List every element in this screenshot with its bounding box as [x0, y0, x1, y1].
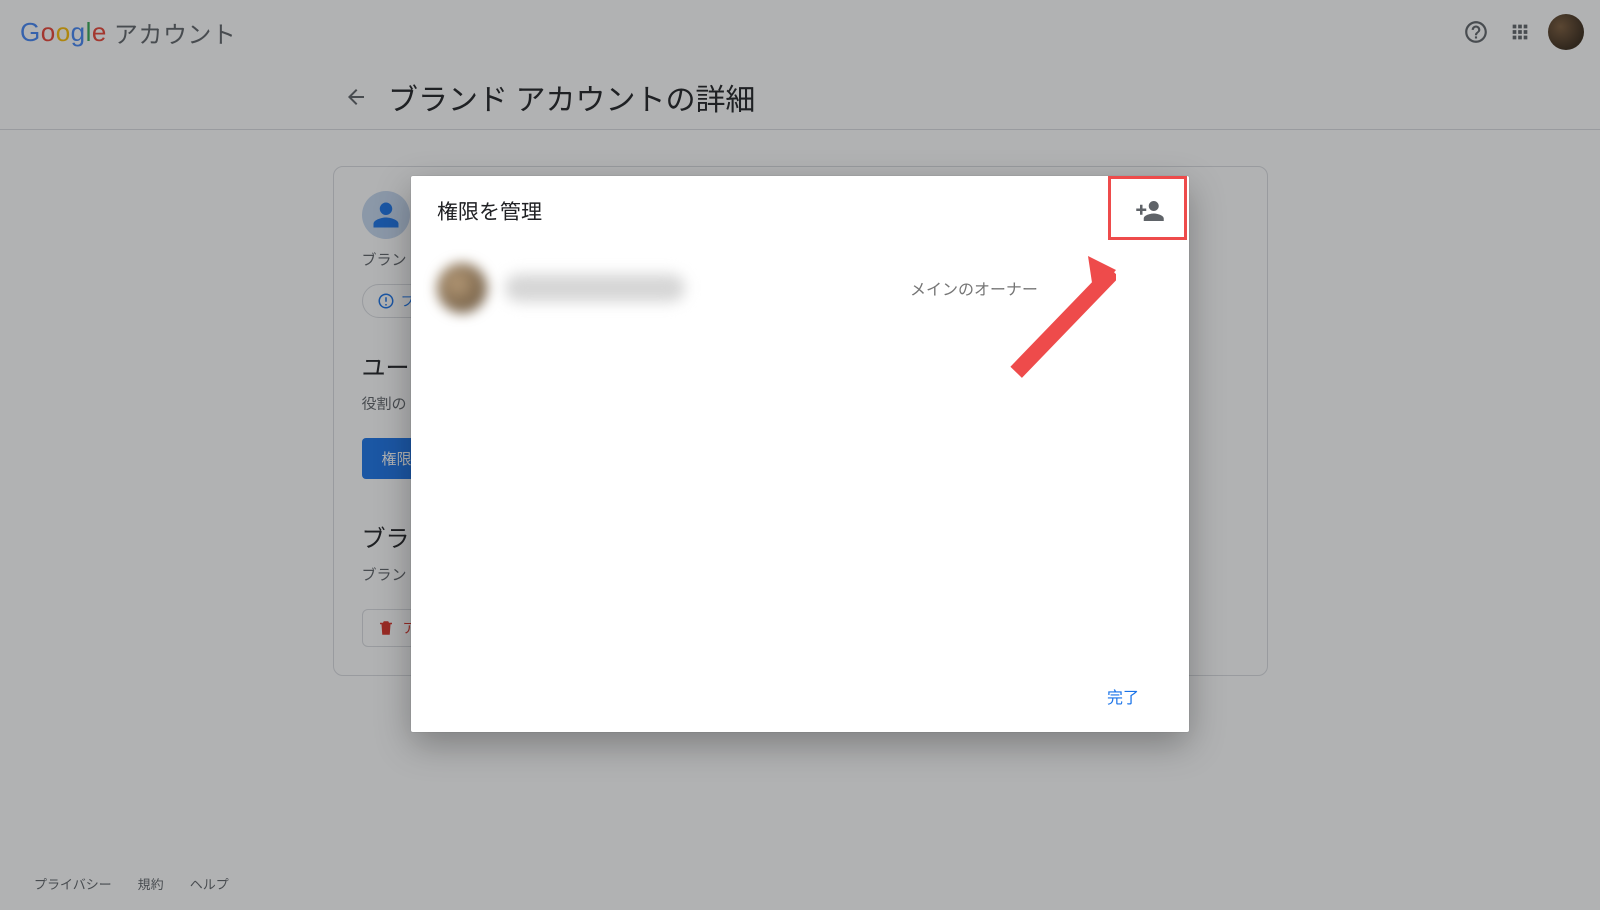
dialog-footer: 完了: [411, 660, 1189, 732]
member-name-redacted: [505, 274, 685, 302]
member-role: メインのオーナー: [910, 276, 1163, 300]
add-user-button[interactable]: [1123, 187, 1177, 235]
done-button[interactable]: 完了: [1095, 676, 1151, 716]
member-avatar: [437, 263, 487, 313]
person-add-icon: [1135, 196, 1165, 226]
dialog-header: 権限を管理: [411, 176, 1189, 246]
manage-permissions-dialog: 権限を管理 メインのオーナー 完了: [411, 176, 1189, 732]
member-row: メインのオーナー: [411, 246, 1189, 330]
dialog-title: 権限を管理: [437, 196, 542, 226]
